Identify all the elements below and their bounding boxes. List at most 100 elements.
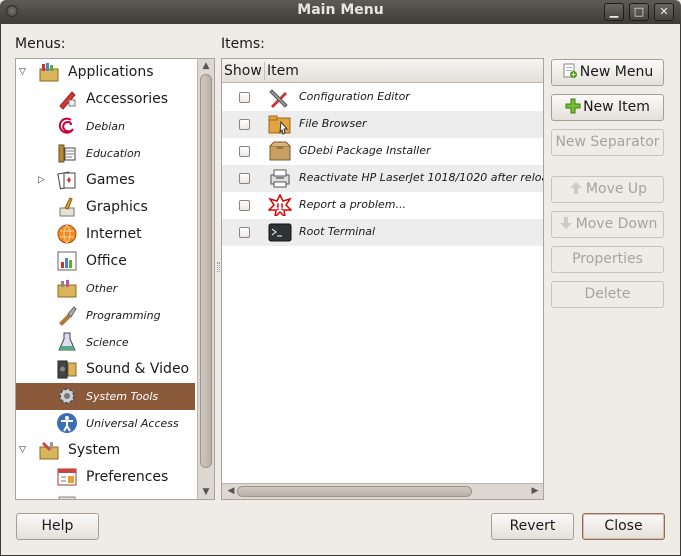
svg-text:!!: !! (276, 203, 284, 213)
menu-tree-item-label: Office (86, 253, 127, 269)
items-scroll-thumb[interactable] (237, 486, 472, 497)
menu-tree-item-label: Science (86, 336, 129, 349)
universal-access-icon (57, 413, 77, 433)
menu-tree-item-label: Games (86, 172, 135, 188)
new-item-label: New Item (583, 99, 650, 115)
menu-tree-item[interactable]: Accessories (16, 86, 195, 113)
close-button[interactable]: Close (582, 513, 665, 540)
scroll-up-arrow-icon[interactable]: ▲ (198, 59, 214, 73)
menus-tree[interactable]: ▽ Applications Accessories Debian Education ▷… (15, 58, 215, 500)
new-separator-label: New Separator (555, 134, 660, 150)
item-row[interactable]: File Browser (222, 111, 543, 138)
item-row[interactable]: GDebi Package Installer (222, 138, 543, 165)
pane-splitter-handle[interactable] (217, 262, 220, 272)
config-editor-tools-icon (269, 89, 288, 108)
menu-tree-item[interactable]: Science (16, 329, 195, 356)
new-item-button[interactable]: New Item (551, 94, 664, 121)
menu-tree-item-label: Internet (86, 226, 142, 242)
preferences-icon (57, 468, 77, 486)
new-separator-button[interactable]: New Separator (551, 129, 664, 156)
education-icon (58, 144, 76, 163)
scroll-left-arrow-icon[interactable]: ◀ (224, 484, 238, 499)
menu-tree-item-label: Sound & Video (86, 361, 190, 377)
menu-tree-item-label: Preferences (86, 469, 169, 485)
graphics-icon (59, 197, 75, 217)
show-checkbox[interactable] (239, 146, 250, 157)
item-column-header[interactable]: Item (267, 63, 299, 79)
menu-tree-item[interactable] (16, 491, 195, 499)
items-horizontal-scrollbar[interactable]: ◀ ▶ (222, 483, 543, 499)
minimize-button[interactable]: ▁ (604, 3, 624, 21)
expander-open-icon[interactable]: ▽ (19, 67, 29, 77)
maximize-button[interactable]: □ (629, 3, 649, 21)
item-label: Report a problem... (299, 198, 406, 211)
delete-button[interactable]: Delete (551, 281, 664, 308)
show-column-header[interactable]: Show (224, 63, 262, 79)
menu-tree-item[interactable]: System Tools (16, 383, 195, 410)
scroll-right-arrow-icon[interactable]: ▶ (528, 484, 542, 499)
menu-tree-item-label: Programming (86, 309, 161, 322)
add-plus-icon (565, 98, 581, 114)
revert-label: Revert (509, 518, 556, 534)
terminal-icon (268, 223, 292, 242)
menu-tree-item[interactable]: Graphics (16, 194, 195, 221)
applications-folder-icon (39, 63, 59, 82)
item-row[interactable]: Configuration Editor (222, 84, 543, 111)
menu-tree-item-label: Graphics (86, 199, 148, 215)
revert-button[interactable]: Revert (491, 513, 574, 540)
delete-label: Delete (584, 286, 631, 302)
item-row[interactable]: !! Report a problem... (222, 192, 543, 219)
items-label: Items: (221, 36, 265, 52)
expander-open-icon[interactable]: ▽ (19, 445, 29, 455)
menu-tree-item-label: System Tools (86, 390, 159, 403)
menu-tree-item[interactable]: Universal Access (16, 410, 195, 437)
item-label: GDebi Package Installer (299, 144, 431, 157)
close-window-button[interactable]: ✕ (654, 3, 674, 21)
menu-tree-item-label: Other (86, 282, 118, 295)
menu-tree-item[interactable]: ▽ Applications (16, 59, 195, 86)
column-separator (264, 62, 265, 80)
item-row[interactable]: Reactivate HP LaserJet 1018/1020 after r… (222, 165, 543, 192)
menu-tree-item[interactable]: Internet (16, 221, 195, 248)
office-chart-icon (57, 251, 77, 271)
show-checkbox[interactable] (239, 119, 250, 130)
show-checkbox[interactable] (239, 227, 250, 238)
menu-tree-item[interactable]: Sound & Video (16, 356, 195, 383)
menus-vertical-scrollbar[interactable]: ▲ ▼ (197, 59, 214, 499)
menus-scroll-thumb[interactable] (200, 74, 212, 468)
expander-closed-icon[interactable]: ▷ (38, 175, 48, 185)
item-row[interactable]: Root Terminal (222, 219, 543, 246)
other-folder-icon (57, 280, 77, 298)
menu-tree-item[interactable]: ▷ Games (16, 167, 195, 194)
show-checkbox[interactable] (239, 200, 250, 211)
menus-tree-list[interactable]: ▽ Applications Accessories Debian Education ▷… (16, 59, 195, 499)
item-label: Reactivate HP LaserJet 1018/1020 after r… (299, 171, 543, 184)
item-label: File Browser (299, 117, 367, 130)
item-label: Root Terminal (299, 225, 376, 238)
help-label: Help (41, 518, 74, 534)
items-list[interactable]: Show Item Configuration Editor File Brows… (221, 58, 544, 500)
system-folder-icon (39, 442, 59, 460)
menu-tree-item[interactable]: Debian (16, 113, 195, 140)
menu-tree-item[interactable]: Programming (16, 302, 195, 329)
internet-globe-icon (57, 224, 77, 244)
sound-video-icon (57, 360, 77, 379)
new-menu-button[interactable]: New Menu (551, 59, 664, 86)
properties-button[interactable]: Properties (551, 246, 664, 273)
new-menu-label: New Menu (579, 64, 654, 80)
move-down-label: Move Down (575, 216, 658, 232)
show-checkbox[interactable] (239, 92, 250, 103)
menu-tree-item[interactable]: Office (16, 248, 195, 275)
move-up-button[interactable]: Move Up (551, 176, 664, 203)
menu-tree-item[interactable]: Other (16, 275, 195, 302)
move-down-button[interactable]: Move Down (551, 211, 664, 238)
items-header: Show Item (222, 59, 543, 83)
menu-tree-item[interactable]: ▽ System (16, 437, 195, 464)
menu-tree-item[interactable]: Preferences (16, 464, 195, 491)
scroll-down-arrow-icon[interactable]: ▼ (198, 485, 214, 499)
move-up-label: Move Up (585, 181, 648, 197)
menu-tree-item-label: Universal Access (86, 417, 179, 430)
menu-tree-item[interactable]: Education (16, 140, 195, 167)
help-button[interactable]: Help (16, 513, 99, 540)
show-checkbox[interactable] (239, 173, 250, 184)
